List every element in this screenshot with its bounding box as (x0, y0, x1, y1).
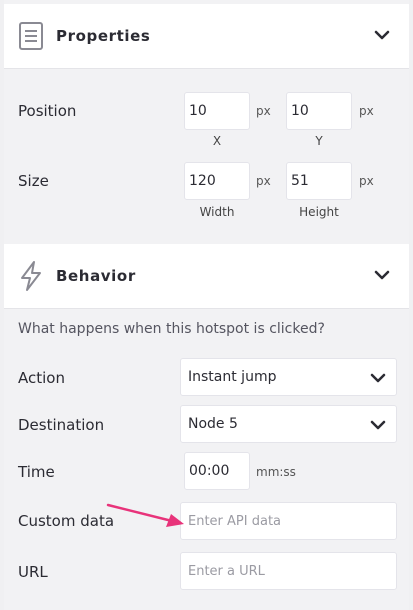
behavior-title: Behavior (56, 267, 136, 285)
position-label: Position (18, 102, 77, 120)
annotation-arrow-icon (106, 503, 184, 527)
time-input[interactable]: 00:00 (184, 452, 250, 490)
custom-data-label: Custom data (18, 512, 115, 530)
width-caption: Width (199, 205, 235, 219)
custom-data-placeholder: Enter API data (188, 513, 282, 529)
height-unit: px (359, 174, 374, 188)
url-placeholder: Enter a URL (188, 563, 265, 579)
size-label: Size (18, 172, 49, 190)
url-label: URL (18, 563, 48, 581)
lightning-icon (21, 261, 41, 291)
properties-header[interactable]: Properties (4, 4, 409, 69)
chevron-down-icon (370, 420, 386, 430)
width-input[interactable]: 120 (184, 162, 250, 200)
chevron-down-icon[interactable] (373, 266, 391, 284)
chevron-down-icon (370, 373, 386, 383)
position-x-input[interactable]: 10 (184, 92, 250, 130)
height-caption: Height (299, 205, 339, 219)
destination-value: Node 5 (188, 416, 238, 432)
properties-panel: Properties Position 10 px 10 px X Y Size… (4, 0, 409, 610)
action-label: Action (18, 369, 65, 387)
position-x-unit: px (256, 104, 271, 118)
x-caption: X (212, 134, 222, 148)
behavior-question: What happens when this hotspot is clicke… (18, 321, 325, 337)
chevron-down-icon[interactable] (373, 26, 391, 44)
custom-data-input[interactable]: Enter API data (180, 502, 397, 540)
destination-label: Destination (18, 416, 105, 434)
y-caption: Y (315, 134, 323, 148)
width-unit: px (256, 174, 271, 188)
time-label: Time (18, 463, 55, 481)
time-unit: mm:ss (256, 465, 296, 479)
action-value: Instant jump (188, 369, 277, 385)
destination-select[interactable]: Node 5 (180, 405, 397, 443)
position-y-unit: px (359, 104, 374, 118)
height-input[interactable]: 51 (286, 162, 352, 200)
behavior-header[interactable]: Behavior (4, 244, 409, 309)
properties-title: Properties (56, 27, 151, 45)
position-y-input[interactable]: 10 (286, 92, 352, 130)
action-select[interactable]: Instant jump (180, 358, 397, 396)
document-icon (19, 22, 43, 50)
url-input[interactable]: Enter a URL (180, 552, 397, 590)
